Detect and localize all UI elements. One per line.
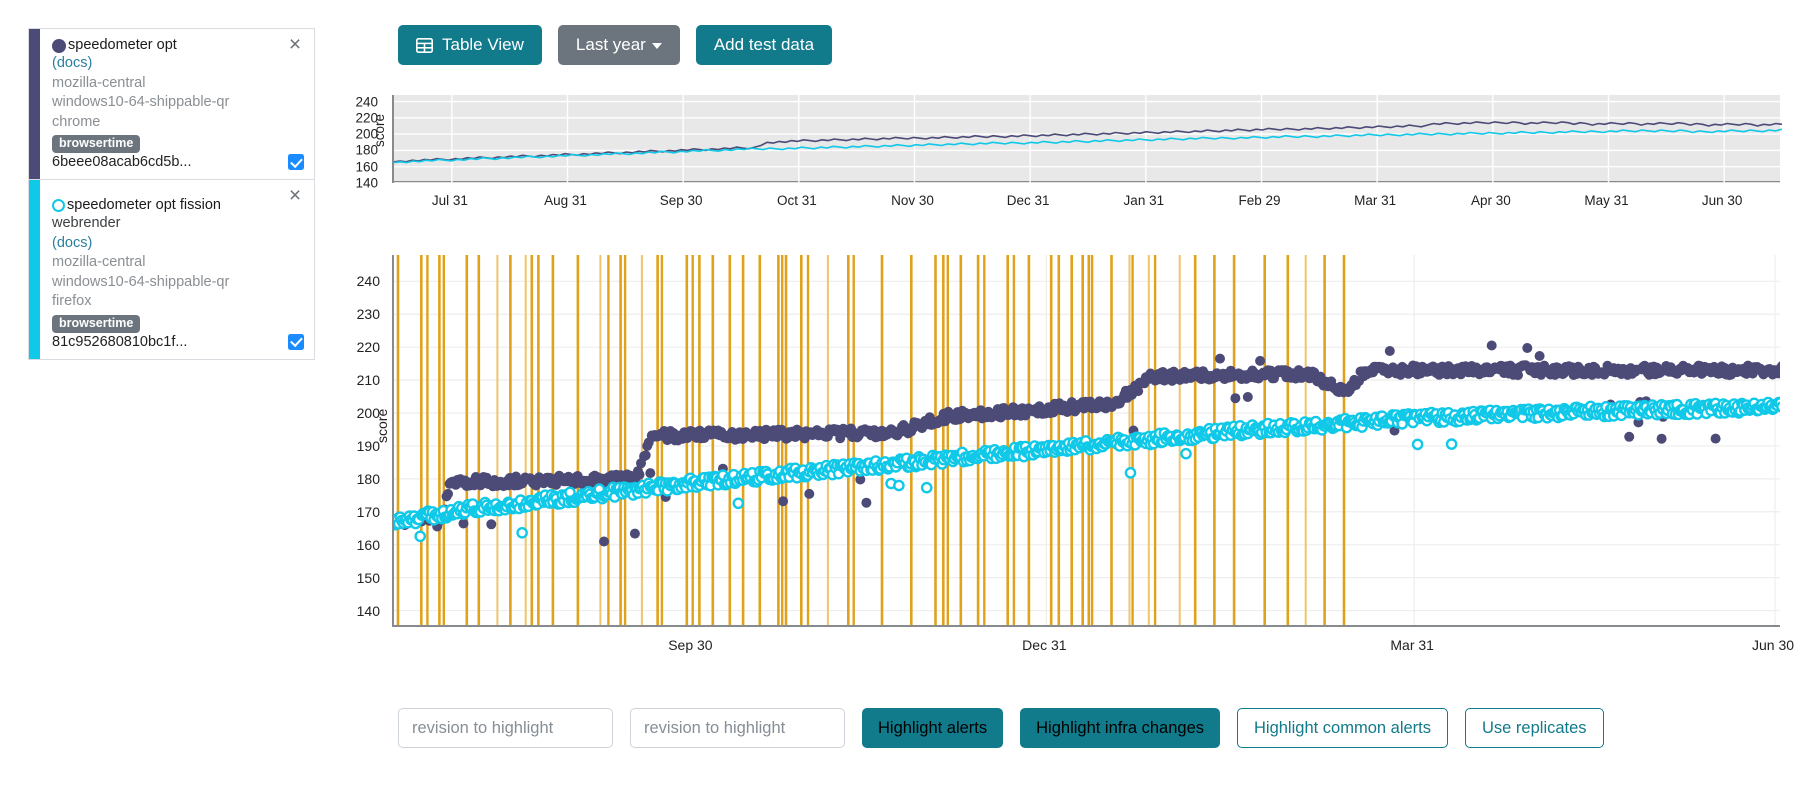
overview-plot-svg <box>394 95 1782 183</box>
main-y-tick-label: 140 <box>357 604 380 618</box>
main-x-tick-label: Mar 31 <box>1390 637 1434 653</box>
overview-x-axis: Jul 31 Aug 31 Sep 30 Oct 31 Nov 30 Dec 31 Jan … <box>392 187 1780 211</box>
series-application: firefox <box>52 292 304 312</box>
add-test-data-button[interactable]: Add test data <box>696 25 832 65</box>
overview-x-tick-label: Jul 31 <box>432 193 468 208</box>
series-visibility-checkbox[interactable] <box>288 334 304 350</box>
main-chart[interactable]: 140150160170180190200210220230240 score … <box>340 255 1780 655</box>
overview-chart[interactable]: 140160180200220240 score Jul 31Aug 31Sep… <box>340 95 1780 230</box>
docs-link[interactable]: (docs) <box>52 54 304 74</box>
use-replicates-button[interactable]: Use replicates <box>1465 708 1604 748</box>
series-visibility-checkbox[interactable] <box>288 154 304 170</box>
framework-badge: browsertime <box>52 315 140 333</box>
timerange-label: Last year <box>576 35 646 54</box>
table-view-button[interactable]: Table View <box>398 25 542 65</box>
overview-y-tick-label: 160 <box>355 160 378 173</box>
main-plot-svg <box>394 255 1780 627</box>
main-y-tick-label: 160 <box>357 538 380 552</box>
series-card-speedometer-opt-fission[interactable]: × speedometer opt fission webrender (doc… <box>28 179 315 360</box>
overview-x-tick-label: Dec 31 <box>1007 193 1050 208</box>
overview-x-tick-label: Mar 31 <box>1354 193 1396 208</box>
series-card-body: × speedometer opt fission webrender (doc… <box>40 180 314 359</box>
overview-x-tick-label: Sep 30 <box>660 193 703 208</box>
graph-toolbar: Table View Last year Add test data <box>398 25 832 65</box>
series-platform: windows10-64-shippable-qr <box>52 93 304 113</box>
main-y-axis-title: score <box>374 409 390 443</box>
main-x-tick-label: Jun 30 <box>1752 637 1794 653</box>
table-icon <box>416 38 433 53</box>
close-icon[interactable]: × <box>285 186 305 206</box>
perfherder-graphs-page: × speedometer opt (docs) mozilla-central… <box>0 0 1808 786</box>
close-icon[interactable]: × <box>285 35 305 55</box>
main-y-tick-label: 150 <box>357 571 380 585</box>
table-view-label: Table View <box>442 35 524 55</box>
main-x-tick-label: Sep 30 <box>668 637 712 653</box>
framework-badge: browsertime <box>52 135 140 153</box>
series-revision-row: 81c952680810bc1f... <box>52 334 304 350</box>
overview-x-tick-label: Aug 31 <box>544 193 587 208</box>
series-revision[interactable]: 6beee08acab6cd5b... <box>52 154 192 170</box>
main-y-tick-label: 240 <box>357 274 380 288</box>
overview-y-tick-label: 140 <box>355 177 378 190</box>
revision-highlight-input-2[interactable] <box>630 708 845 748</box>
series-legend-list: × speedometer opt (docs) mozilla-central… <box>28 28 315 359</box>
series-card-speedometer-opt[interactable]: × speedometer opt (docs) mozilla-central… <box>28 28 315 180</box>
series-name: speedometer opt fission <box>67 197 221 214</box>
highlight-infra-changes-button[interactable]: Highlight infra changes <box>1020 708 1220 748</box>
overview-x-tick-label: Nov 30 <box>891 193 934 208</box>
series-revision-row: 6beee08acab6cd5b... <box>52 154 304 170</box>
series-extra: webrender <box>52 214 304 234</box>
main-x-axis: Sep 30Dec 31Mar 31Jun 30 <box>392 631 1780 655</box>
series-title-row: speedometer opt fission <box>52 197 304 214</box>
series-card-body: × speedometer opt (docs) mozilla-central… <box>40 29 314 179</box>
overview-plot-area[interactable] <box>392 95 1780 183</box>
main-x-tick-label: Dec 31 <box>1022 637 1066 653</box>
main-y-tick-label: 170 <box>357 505 380 519</box>
overview-x-tick-label: Jun 30 <box>1702 193 1743 208</box>
overview-x-tick-label: May 31 <box>1584 193 1628 208</box>
highlight-controls: Highlight alerts Highlight infra changes… <box>398 708 1604 748</box>
main-y-tick-label: 220 <box>357 340 380 354</box>
overview-x-tick-label: Oct 31 <box>777 193 817 208</box>
overview-x-tick-label: Apr 30 <box>1471 193 1511 208</box>
series-platform: windows10-64-shippable-qr <box>52 273 304 293</box>
overview-x-tick-label: Jan 31 <box>1124 193 1165 208</box>
series-accent-bar <box>29 29 40 179</box>
chevron-down-icon <box>652 43 662 49</box>
main-plot-area[interactable] <box>392 255 1780 627</box>
highlight-alerts-button[interactable]: Highlight alerts <box>862 708 1003 748</box>
docs-link[interactable]: (docs) <box>52 234 304 254</box>
series-title-row: speedometer opt <box>52 37 304 54</box>
series-name: speedometer opt <box>68 37 177 54</box>
overview-x-tick-label: Feb 29 <box>1238 193 1280 208</box>
overview-y-tick-label: 240 <box>355 95 378 108</box>
revision-highlight-input-1[interactable] <box>398 708 613 748</box>
main-y-tick-label: 210 <box>357 373 380 387</box>
open-circle-marker-icon <box>52 199 65 212</box>
filled-circle-marker-icon <box>52 39 66 53</box>
series-application: chrome <box>52 113 304 133</box>
series-repository: mozilla-central <box>52 74 304 94</box>
overview-y-axis-title: score <box>372 114 387 147</box>
series-accent-bar <box>29 180 40 359</box>
main-y-axis: 140150160170180190200210220230240 <box>340 255 380 635</box>
main-y-tick-label: 180 <box>357 472 380 486</box>
timerange-dropdown-button[interactable]: Last year <box>558 25 680 65</box>
main-y-tick-label: 230 <box>357 307 380 321</box>
spacer <box>52 188 304 197</box>
series-repository: mozilla-central <box>52 253 304 273</box>
series-revision[interactable]: 81c952680810bc1f... <box>52 334 187 350</box>
highlight-common-alerts-button[interactable]: Highlight common alerts <box>1237 708 1448 748</box>
